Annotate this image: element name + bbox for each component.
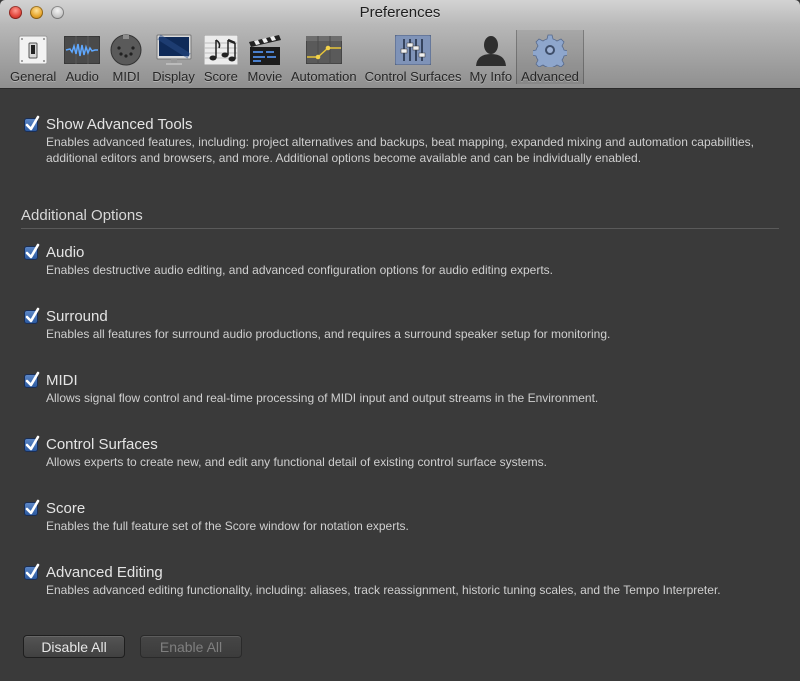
- preferences-window: Preferences General Audio MIDI Display S…: [0, 0, 800, 681]
- tab-label: My Info: [469, 69, 513, 84]
- option-label: Score: [46, 500, 86, 517]
- option-description: Enables all features for surround audio …: [46, 327, 611, 341]
- switch-icon: [15, 34, 51, 66]
- tab-label: Movie: [247, 69, 283, 84]
- option-description: Enables advanced editing functionality, …: [46, 583, 721, 597]
- midi-connector-icon: [108, 34, 144, 66]
- audio-option: Audio Enables destructive audio editing,…: [24, 243, 754, 278]
- advanced-pane: Show Advanced Tools Enables advanced fea…: [0, 89, 800, 681]
- tab-control-surfaces[interactable]: Control Surfaces: [361, 30, 466, 84]
- tab-advanced[interactable]: Advanced: [516, 30, 584, 84]
- option-label: Control Surfaces: [46, 436, 158, 453]
- checkmark-icon: [25, 307, 40, 322]
- option-description: Enables advanced features, including: pr…: [46, 135, 754, 165]
- midi-checkbox[interactable]: [24, 371, 40, 388]
- tab-label: General: [10, 69, 57, 84]
- preferences-toolbar: General Audio MIDI Display Score Movie A…: [6, 30, 584, 84]
- enable-all-button[interactable]: Enable All: [140, 635, 242, 658]
- midi-option: MIDI Allows signal flow control and real…: [24, 371, 754, 406]
- tab-audio[interactable]: Audio: [60, 30, 104, 84]
- option-description: Enables the full feature set of the Scor…: [46, 519, 409, 533]
- checkmark-icon: [25, 435, 40, 450]
- clapperboard-icon: [247, 34, 283, 66]
- tab-label: MIDI: [112, 69, 140, 84]
- checkmark-icon: [25, 243, 40, 258]
- surround-option: Surround Enables all features for surrou…: [24, 307, 754, 342]
- option-label: Surround: [46, 308, 108, 325]
- option-description: Enables destructive audio editing, and a…: [46, 263, 554, 277]
- tab-automation[interactable]: Automation: [287, 30, 361, 84]
- checkmark-icon: [25, 371, 40, 386]
- monitor-icon: [156, 34, 192, 66]
- control-surfaces-option: Control Surfaces Allows experts to creat…: [24, 435, 754, 470]
- section-divider: [21, 228, 779, 229]
- tab-score[interactable]: Score: [199, 30, 243, 84]
- section-title: Additional Options: [21, 207, 143, 224]
- surround-checkbox[interactable]: [24, 307, 40, 324]
- option-description: Allows signal flow control and real-time…: [46, 391, 599, 405]
- option-label: Audio: [46, 244, 85, 261]
- automation-curve-icon: [305, 34, 342, 66]
- advanced-editing-option: Advanced Editing Enables advanced editin…: [24, 563, 754, 598]
- window-title: Preferences: [359, 4, 441, 21]
- title-bar: Preferences General Audio MIDI Display S…: [0, 0, 800, 89]
- music-notes-icon: [203, 34, 239, 66]
- waveform-icon: [64, 34, 101, 66]
- tab-movie[interactable]: Movie: [243, 30, 287, 84]
- tab-label: Automation: [290, 69, 357, 84]
- tab-display[interactable]: Display: [148, 30, 199, 84]
- checkmark-icon: [25, 499, 40, 514]
- tab-general[interactable]: General: [6, 30, 60, 84]
- person-silhouette-icon: [473, 34, 509, 66]
- checkmark-icon: [25, 115, 40, 130]
- option-label: MIDI: [46, 372, 78, 389]
- tab-label: Control Surfaces: [364, 69, 462, 84]
- tab-my-info[interactable]: My Info: [465, 30, 516, 84]
- checkmark-icon: [25, 563, 40, 578]
- option-label: Advanced Editing: [46, 564, 163, 581]
- score-option: Score Enables the full feature set of th…: [24, 499, 754, 534]
- score-checkbox[interactable]: [24, 499, 40, 516]
- tab-label: Audio: [65, 69, 99, 84]
- option-label: Show Advanced Tools: [46, 116, 193, 133]
- audio-checkbox[interactable]: [24, 243, 40, 260]
- tab-midi[interactable]: MIDI: [104, 30, 148, 84]
- gear-icon: [532, 34, 568, 67]
- tab-label: Display: [152, 69, 195, 84]
- disable-all-button[interactable]: Disable All: [23, 635, 125, 658]
- tab-label: Advanced: [521, 69, 579, 84]
- control-surfaces-checkbox[interactable]: [24, 435, 40, 452]
- show-advanced-tools-checkbox[interactable]: [24, 115, 40, 132]
- faders-icon: [395, 34, 432, 66]
- advanced-editing-checkbox[interactable]: [24, 563, 40, 580]
- show-advanced-tools-option: Show Advanced Tools Enables advanced fea…: [24, 115, 754, 166]
- tab-label: Score: [203, 69, 238, 84]
- option-description: Allows experts to create new, and edit a…: [46, 455, 547, 469]
